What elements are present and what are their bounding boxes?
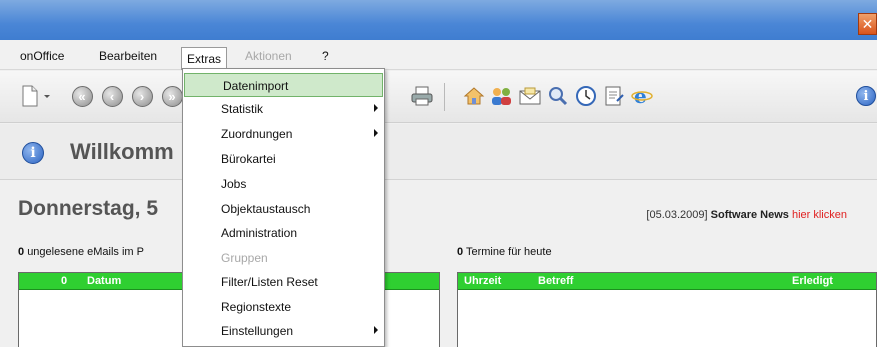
news-date: [05.03.2009] <box>646 209 708 221</box>
unread-emails-count: 0 <box>18 246 25 258</box>
home-icon[interactable] <box>462 84 486 108</box>
menu-item-zuordnungen[interactable]: Zuordnungen <box>183 122 384 146</box>
news-label: Software News <box>710 209 789 221</box>
unread-emails-label: 0 ungelesene eMails im P <box>18 246 144 258</box>
menu-bearbeiten[interactable]: Bearbeiten <box>99 49 157 63</box>
col-erledigt[interactable]: Erledigt <box>792 275 833 287</box>
menu-item-label: Filter/Listen Reset <box>221 275 318 289</box>
menu-item-jobs[interactable]: Jobs <box>183 172 384 196</box>
appointments-panel: Uhrzeit Betreff Erledigt <box>457 272 877 347</box>
contacts-icon[interactable] <box>490 84 514 108</box>
appointments-label: 0 Termine für heute <box>457 246 552 258</box>
clock-icon[interactable] <box>574 84 598 108</box>
col-datum[interactable]: Datum <box>87 275 121 287</box>
chevron-down-icon[interactable] <box>42 84 52 108</box>
back-icon[interactable]: ‹ <box>100 84 124 108</box>
menu-item-label: Bürokartei <box>221 152 276 166</box>
news-link[interactable]: hier klicken <box>792 209 847 221</box>
menu-item-gruppen: Gruppen <box>183 246 384 270</box>
close-button[interactable]: ✕ <box>858 13 877 35</box>
search-icon[interactable] <box>546 84 570 108</box>
col-uhrzeit[interactable]: Uhrzeit <box>464 275 501 287</box>
menu-item-objektaustausch[interactable]: Objektaustausch <box>183 197 384 221</box>
menu-item-label: Administration <box>221 226 298 240</box>
submenu-arrow-icon <box>374 104 378 112</box>
menu-item-datenimport[interactable]: Datenimport <box>184 73 383 97</box>
menu-help[interactable]: ? <box>322 49 329 63</box>
last-icon[interactable]: » <box>160 84 184 108</box>
menu-item-label: Datenimport <box>223 79 289 93</box>
menu-item-einstellungen[interactable]: Einstellungen <box>183 319 384 343</box>
new-document-icon[interactable] <box>18 84 42 108</box>
current-date: Donnerstag, 5 <box>18 197 159 220</box>
appointments-text: Termine für heute <box>465 246 552 258</box>
menu-item-buerokartei[interactable]: Bürokartei <box>183 147 384 171</box>
info-icon[interactable]: i <box>853 84 877 108</box>
menu-item-statistik[interactable]: Statistik <box>183 97 384 121</box>
toolbar: « ‹ › » e i <box>0 71 877 123</box>
browser-icon[interactable]: e <box>630 84 654 108</box>
extras-menu: Datenimport Statistik Zuordnungen Büroka… <box>182 68 385 347</box>
menu-aktionen[interactable]: Aktionen <box>245 49 292 63</box>
menu-item-label: Einstellungen <box>221 324 294 338</box>
menu-item-filter-reset[interactable]: Filter/Listen Reset <box>183 270 384 294</box>
print-icon[interactable] <box>410 84 434 108</box>
menu-item-label: Gruppen <box>221 251 268 265</box>
menu-item-label: Zuordnungen <box>221 127 293 141</box>
notes-icon[interactable] <box>602 84 626 108</box>
software-news: [05.03.2009] Software News hier klicken <box>646 209 847 221</box>
menu-item-label: Objektaustausch <box>221 202 311 216</box>
menu-bar: onOffice Bearbeiten Extras Aktionen ? <box>0 40 877 70</box>
menu-item-label: Regionstexte <box>221 300 292 314</box>
menu-onoffice[interactable]: onOffice <box>20 49 64 63</box>
svg-text:e: e <box>634 85 647 107</box>
unread-emails-text: ungelesene eMails im P <box>27 246 144 258</box>
mail-icon[interactable] <box>518 84 542 108</box>
toolbar-separator <box>444 83 445 111</box>
title-bar: ✕ <box>0 0 877 40</box>
menu-extras[interactable]: Extras <box>181 47 228 70</box>
submenu-arrow-icon <box>374 326 378 334</box>
menu-item-label: Statistik <box>221 102 264 116</box>
first-icon[interactable]: « <box>70 84 94 108</box>
page-title: Willkomm <box>70 139 174 164</box>
appointments-table-header: Uhrzeit Betreff Erledigt <box>458 273 876 290</box>
menu-item-administration[interactable]: Administration <box>183 221 384 245</box>
appointments-count: 0 <box>457 246 464 258</box>
forward-icon[interactable]: › <box>130 84 154 108</box>
close-icon: ✕ <box>861 15 874 32</box>
menu-item-regionstexte[interactable]: Regionstexte <box>183 295 384 319</box>
welcome-info-icon: i <box>22 142 44 164</box>
col-betreff[interactable]: Betreff <box>538 275 573 287</box>
col-unread[interactable]: 0 <box>61 275 67 287</box>
menu-item-label: Jobs <box>221 177 247 191</box>
submenu-arrow-icon <box>374 129 378 137</box>
